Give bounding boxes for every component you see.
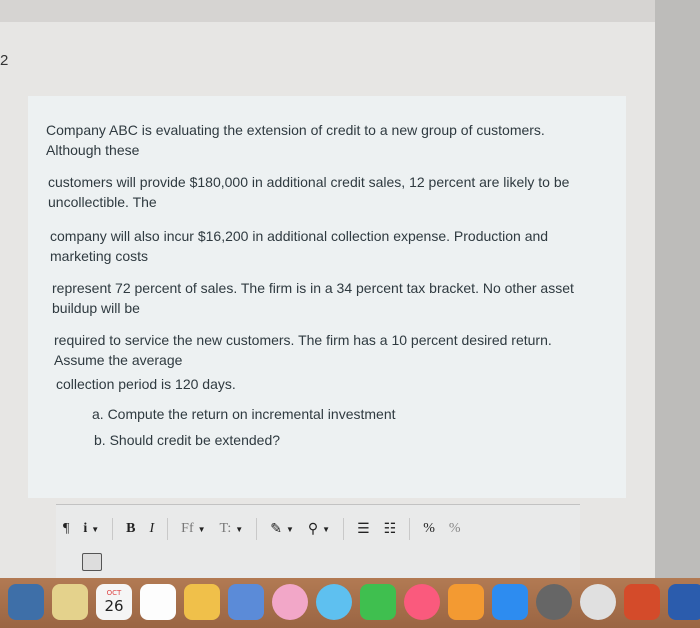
font-icon: Ff: [181, 521, 194, 536]
photo-app-icon[interactable]: [272, 584, 308, 620]
right-bezel: [655, 0, 700, 580]
image-icon[interactable]: [82, 553, 102, 571]
highlight-icon: ⚲: [307, 521, 319, 537]
info-button[interactable]: i ▼: [76, 516, 106, 542]
music-app-icon[interactable]: [404, 584, 440, 620]
app-store-icon[interactable]: [492, 584, 528, 620]
books-app-icon[interactable]: [448, 584, 484, 620]
bullet-list-button[interactable]: ☷: [377, 516, 404, 542]
question-item-b: b. Should credit be extended?: [94, 432, 281, 448]
margin-number: 2: [0, 52, 9, 69]
text-size-button[interactable]: T: ▼: [213, 516, 251, 542]
paragraph-icon: ¶: [63, 521, 70, 536]
bold-button[interactable]: B: [119, 516, 142, 542]
ordered-list-icon: ☰: [357, 521, 370, 537]
chrome-app-icon[interactable]: [580, 584, 616, 620]
chevron-down-icon: ▼: [322, 524, 331, 534]
text-size-icon: T:: [219, 521, 232, 536]
question-paragraph-3: company will also incur $16,200 in addit…: [50, 226, 548, 266]
dock: OCT 26: [0, 578, 700, 628]
facetime-app-icon[interactable]: [360, 584, 396, 620]
p6-line1: collection period is 120 days.: [56, 376, 236, 392]
editor-toolbar: ¶ i ▼ B I Ff ▼ T: ▼ ✎ ▼ ⚲ ▼ ☰ ☷ % %: [56, 511, 580, 547]
answer-editor[interactable]: ¶ i ▼ B I Ff ▼ T: ▼ ✎ ▼ ⚲ ▼ ☰ ☷ % %: [56, 504, 580, 581]
messages-app-icon[interactable]: [316, 584, 352, 620]
word-app-icon[interactable]: [668, 584, 700, 620]
question-paragraph-5: required to service the new customers. T…: [54, 330, 552, 370]
calendar-day: 26: [104, 597, 124, 615]
italic-icon: I: [149, 521, 155, 536]
p2-line1: customers will provide $180,000 in addit…: [48, 174, 570, 190]
p5-line2: Assume the average: [54, 352, 183, 368]
toolbar-divider: [343, 518, 345, 540]
pen-icon: ✎: [270, 521, 282, 537]
font-family-button[interactable]: Ff ▼: [174, 516, 212, 542]
p4-line2: buildup will be: [52, 300, 140, 316]
toolbar-divider: [167, 518, 169, 540]
p3-line2: marketing costs: [50, 248, 149, 264]
system-preferences-icon[interactable]: [536, 584, 572, 620]
p5-line1: required to service the new customers. T…: [54, 332, 552, 348]
question-box: Company ABC is evaluating the extension …: [28, 96, 626, 498]
toolbar-divider: [256, 518, 258, 540]
info-icon: i: [83, 521, 88, 536]
link-icon: %: [423, 521, 435, 536]
notes-app-icon[interactable]: [52, 584, 88, 620]
paragraph-button[interactable]: ¶: [56, 516, 76, 542]
highlight-button[interactable]: ⚲ ▼: [301, 516, 337, 542]
unlink-icon: %: [448, 521, 461, 536]
chevron-down-icon: ▼: [285, 524, 294, 534]
dock-icons: OCT 26: [8, 584, 700, 620]
chevron-down-icon: ▼: [235, 524, 244, 534]
question-paragraph-2: customers will provide $180,000 in addit…: [48, 172, 569, 212]
calendar-month: OCT: [106, 589, 122, 597]
ordered-list-button[interactable]: ☰: [350, 516, 377, 542]
preview-app-icon[interactable]: [8, 584, 44, 620]
question-item-a: a. Compute the return on incremental inv…: [92, 406, 396, 422]
stickies-app-icon[interactable]: [184, 584, 220, 620]
bold-icon: B: [126, 521, 136, 536]
chevron-down-icon: ▼: [91, 524, 100, 534]
question-paragraph-1: Company ABC is evaluating the extension …: [46, 120, 545, 160]
question-paragraph-4: represent 72 percent of sales. The firm …: [52, 278, 574, 318]
italic-button[interactable]: I: [143, 516, 162, 542]
reminders-app-icon[interactable]: [140, 584, 176, 620]
p3-line1: company will also incur $16,200 in addit…: [50, 228, 549, 244]
calendar-app-icon[interactable]: OCT 26: [96, 584, 132, 620]
p2-line2: uncollectible. The: [48, 194, 157, 210]
p1-line2: Although these: [46, 142, 140, 158]
p4-line1: represent 72 percent of sales. The firm …: [52, 280, 574, 296]
question-paragraph-6: collection period is 120 days.: [56, 374, 236, 394]
chevron-down-icon: ▼: [197, 524, 206, 534]
toolbar-divider: [112, 518, 114, 540]
p1-line1: Company ABC is evaluating the extension …: [46, 122, 545, 138]
pen-button[interactable]: ✎ ▼: [263, 516, 301, 542]
link-button[interactable]: %: [416, 516, 442, 542]
bullet-list-icon: ☷: [383, 521, 397, 537]
unlink-button[interactable]: %: [442, 516, 468, 542]
photos-app-icon[interactable]: [228, 584, 264, 620]
powerpoint-app-icon[interactable]: [624, 584, 660, 620]
toolbar-divider: [409, 518, 411, 540]
